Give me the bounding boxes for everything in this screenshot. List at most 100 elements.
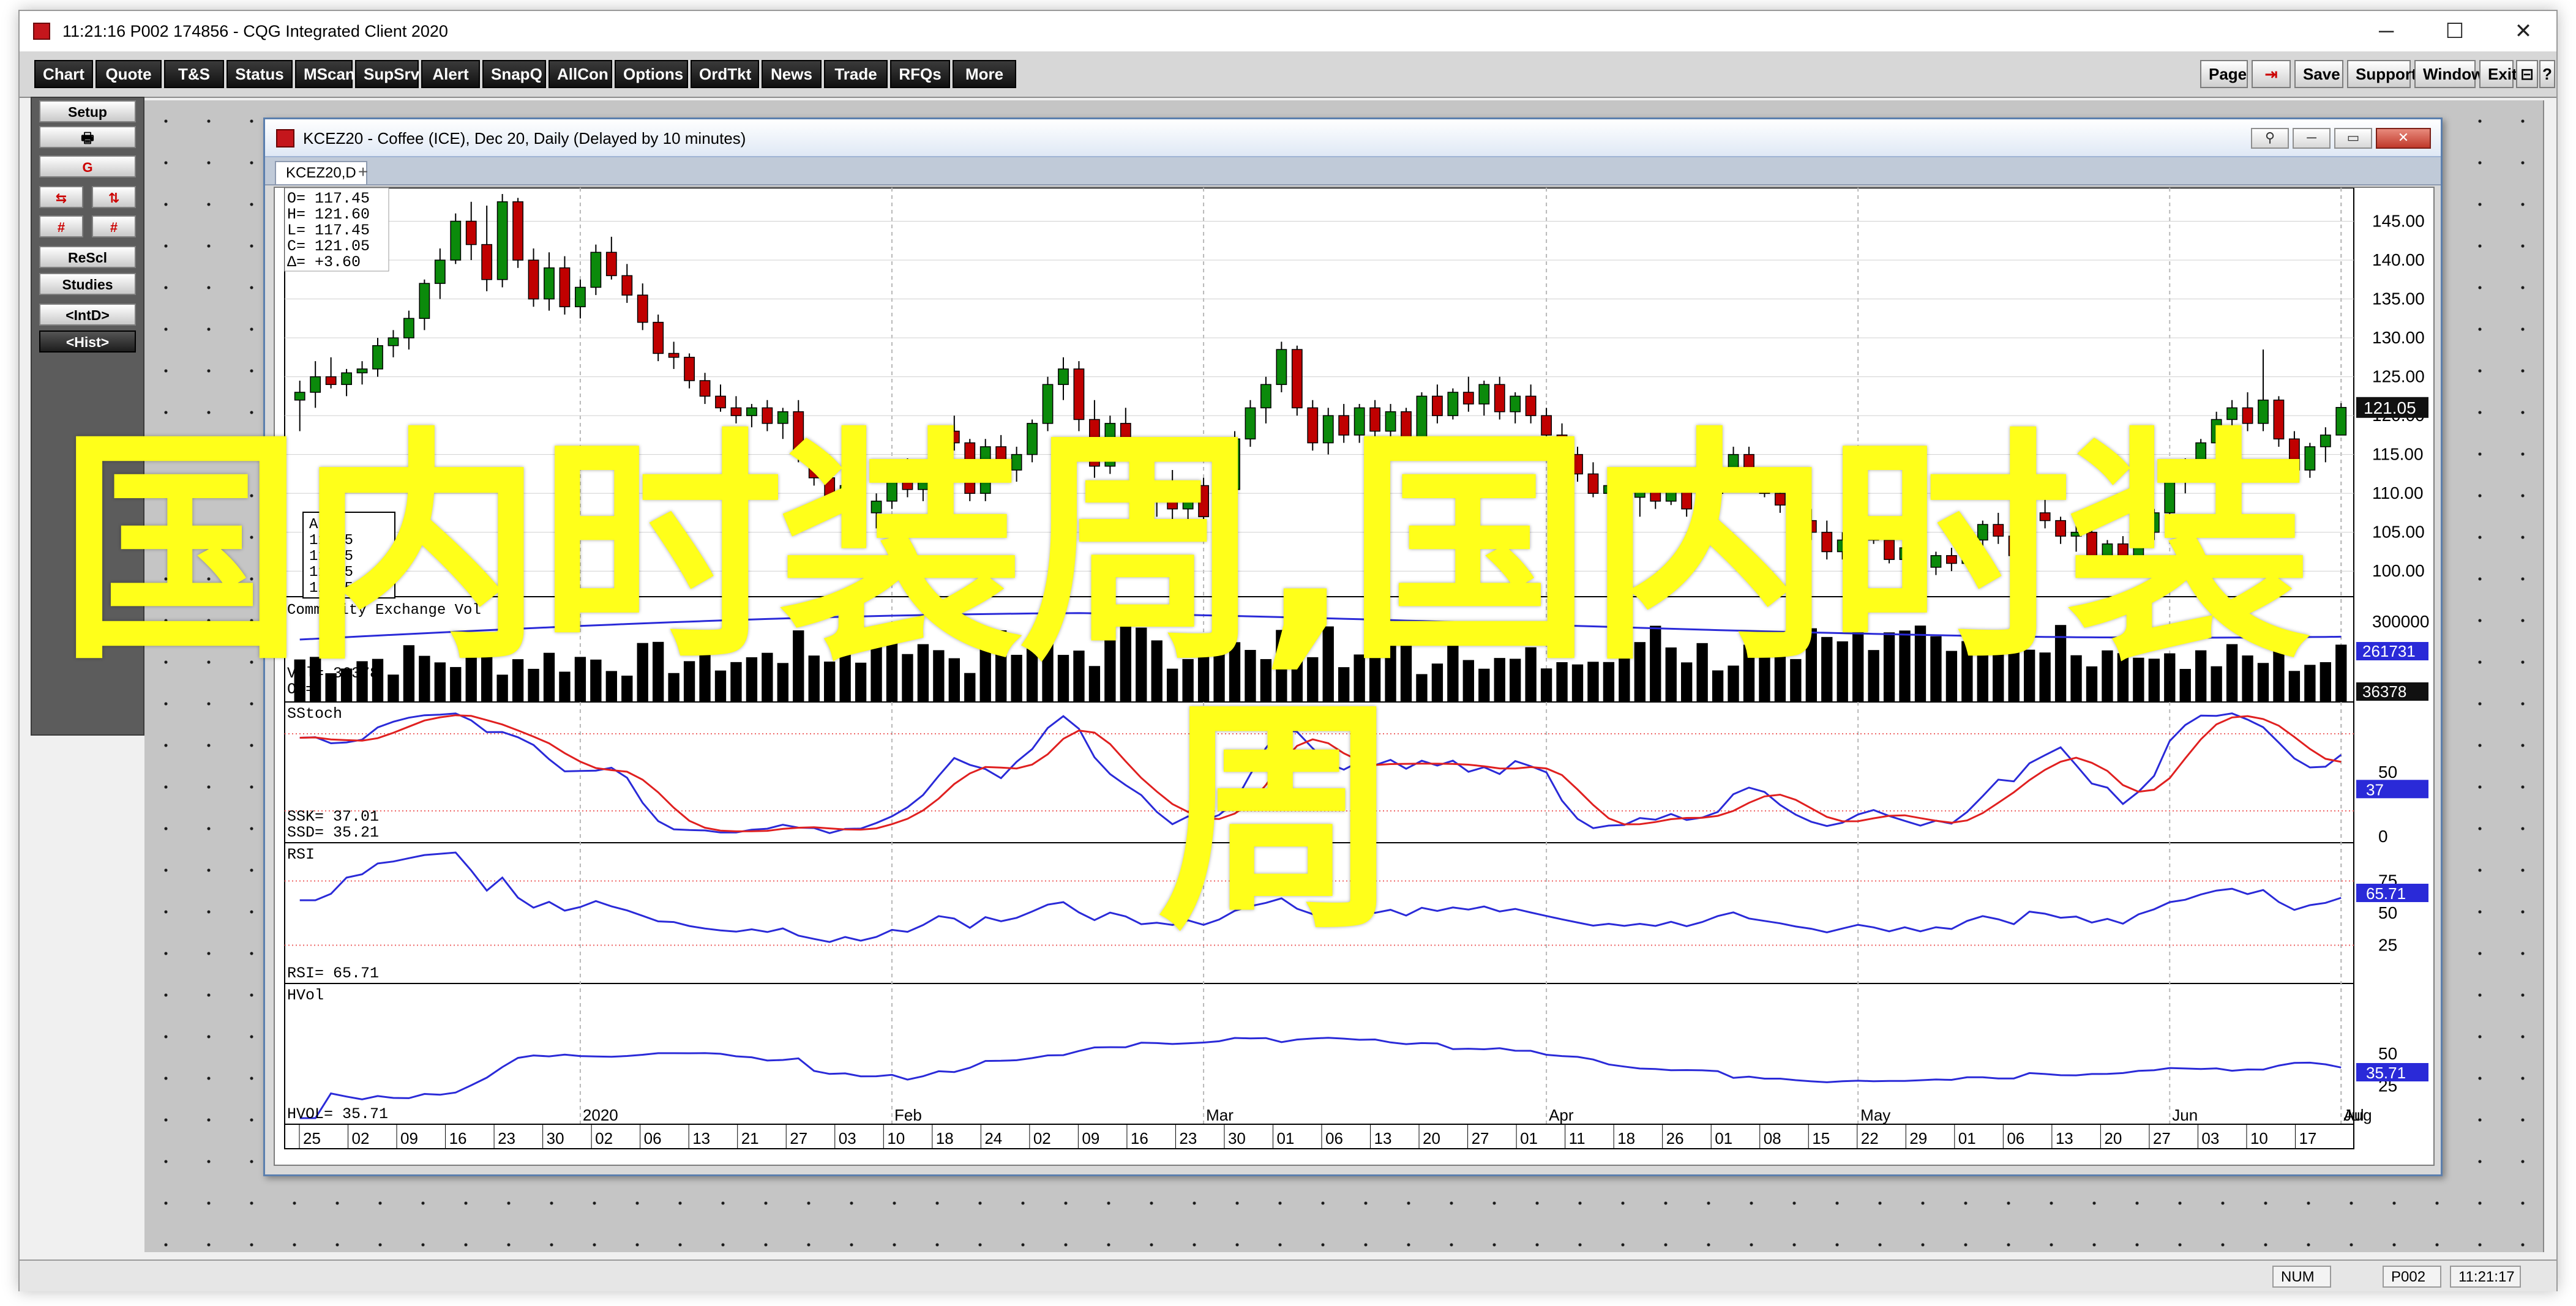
status-button[interactable]: Status xyxy=(227,60,293,88)
stoch-tick-label: 50 xyxy=(2378,763,2397,782)
candle-body xyxy=(528,259,539,300)
page-indicator: P002 xyxy=(2383,1266,2441,1288)
link-icon[interactable]: ⚲ xyxy=(2251,128,2289,149)
rfqs-button[interactable]: RFQs xyxy=(890,60,950,88)
swap-vertical-icon[interactable]: ⇅ xyxy=(92,186,136,208)
ohlc-row: C= 121.05 xyxy=(287,237,370,255)
date-tick-label: 13 xyxy=(692,1129,710,1147)
grid-alt-icon[interactable]: # xyxy=(92,215,136,237)
candle-body xyxy=(2320,435,2331,447)
candle-body xyxy=(310,376,321,393)
alert-button[interactable]: Alert xyxy=(421,60,480,88)
layout-icon[interactable]: ⊟ xyxy=(2516,60,2538,88)
page-arrow-button[interactable]: ⇥ xyxy=(2252,60,2291,88)
save-button[interactable]: Save xyxy=(2294,60,2343,88)
price-tick-label: 115.00 xyxy=(2372,445,2424,464)
help-button[interactable]: ? xyxy=(2539,60,2555,88)
chart-button[interactable]: Chart xyxy=(34,60,93,88)
candle-body xyxy=(1058,368,1069,386)
rsi-label: RSI xyxy=(287,846,315,864)
chart-minimize-button[interactable]: ─ xyxy=(2293,128,2331,149)
window-button[interactable]: Window xyxy=(2414,60,2484,88)
chart-tab-bar: KCEZ20,D + xyxy=(265,157,2441,185)
vol-value-label: 36378 xyxy=(2362,682,2406,701)
candle-body xyxy=(1478,384,1490,405)
snapq-button[interactable]: SnapQ xyxy=(482,60,546,88)
month-label: Apr xyxy=(1549,1106,1574,1124)
trade-button[interactable]: Trade xyxy=(824,60,888,88)
candle-body xyxy=(559,267,571,307)
date-tick-label: 01 xyxy=(1520,1129,1538,1147)
support-button[interactable]: Support xyxy=(2347,60,2417,88)
oi-value-label: 261731 xyxy=(2362,642,2416,660)
rescale-button[interactable]: ReScl xyxy=(39,246,136,268)
minimize-button[interactable]: ─ xyxy=(2352,11,2421,51)
allcon-button[interactable]: AllCon xyxy=(549,60,612,88)
candle-body xyxy=(575,286,586,307)
date-tick-label: 15 xyxy=(1812,1129,1830,1147)
more-button[interactable]: More xyxy=(953,60,1016,88)
date-tick-label: 26 xyxy=(1666,1129,1684,1147)
ordtkt-button[interactable]: OrdTkt xyxy=(691,60,759,88)
month-label: 2020 xyxy=(583,1106,618,1124)
stoch-tick-label: 0 xyxy=(2378,827,2388,846)
setup-button[interactable]: Setup xyxy=(39,100,136,122)
time-and-sales-button[interactable]: T&S xyxy=(164,60,224,88)
date-tick-label: 06 xyxy=(2007,1129,2024,1147)
candle-body xyxy=(1276,349,1287,386)
candle-body xyxy=(341,372,352,386)
date-tick-label: 01 xyxy=(1715,1129,1732,1147)
stoch-value-label: 37 xyxy=(2366,780,2384,799)
price-tick-label: 100.00 xyxy=(2372,561,2425,580)
candle-body xyxy=(605,252,617,277)
price-tick-label: 105.00 xyxy=(2372,523,2425,542)
date-tick-label: 16 xyxy=(1131,1129,1148,1147)
add-tab-button[interactable]: + xyxy=(351,162,375,183)
candle-body xyxy=(496,201,508,280)
swap-horizontal-icon[interactable]: ⇆ xyxy=(39,186,83,208)
chart-close-button[interactable]: ✕ xyxy=(2376,128,2431,149)
maximize-button[interactable]: ☐ xyxy=(2421,11,2489,51)
price-tick-label: 145.00 xyxy=(2372,211,2425,230)
candle-body xyxy=(699,380,711,397)
num-lock-indicator: NUM xyxy=(2272,1266,2331,1288)
exit-button[interactable]: Exit xyxy=(2479,60,2517,88)
intraday-button[interactable]: <IntD> xyxy=(39,304,136,326)
candle-body xyxy=(325,376,337,386)
date-tick-label: 13 xyxy=(1374,1129,1392,1147)
options-button[interactable]: Options xyxy=(615,60,688,88)
month-label: Mar xyxy=(1206,1106,1234,1124)
print-icon[interactable]: 🖶 xyxy=(39,126,136,148)
historical-button[interactable]: <Hist> xyxy=(39,330,136,353)
date-tick-label: 18 xyxy=(936,1129,954,1147)
date-tick-label: 27 xyxy=(2153,1129,2171,1147)
chart-window-title-bar: KCEZ20 - Coffee (ICE), Dec 20, Daily (De… xyxy=(265,119,2441,157)
date-tick-label: 30 xyxy=(1228,1129,1246,1147)
date-tick-label: 08 xyxy=(1764,1129,1781,1147)
price-tick-label: 140.00 xyxy=(2372,250,2425,269)
stoch-value-text: SSD= 35.21 xyxy=(287,824,379,841)
news-button[interactable]: News xyxy=(762,60,822,88)
chart-maximize-button[interactable]: ▭ xyxy=(2334,128,2372,149)
close-button[interactable]: ✕ xyxy=(2489,11,2558,51)
candle-body xyxy=(684,357,695,381)
date-tick-label: 27 xyxy=(790,1129,807,1147)
studies-button[interactable]: Studies xyxy=(39,273,136,295)
candle-body xyxy=(294,392,305,401)
grid-icon[interactable]: # xyxy=(39,215,83,237)
pane-frame-hvol xyxy=(284,983,2354,1125)
mscan-button[interactable]: MScan xyxy=(295,60,355,88)
month-label: Aug xyxy=(2343,1106,2372,1124)
main-toolbar: Chart Quote T&S Status MScan SupSrv Aler… xyxy=(20,51,2556,98)
rsi-tick-label: 50 xyxy=(2378,903,2397,922)
date-tick-label: 06 xyxy=(644,1129,662,1147)
candle-body xyxy=(590,252,602,288)
cqg-app-icon xyxy=(33,23,50,40)
date-tick-label: 25 xyxy=(303,1129,321,1147)
page-button[interactable]: Page xyxy=(2200,60,2248,88)
supsrv-button[interactable]: SupSrv xyxy=(355,60,419,88)
watermark-text-line2: 周 xyxy=(1157,677,1402,962)
candle-body xyxy=(1462,392,1474,405)
quote-button[interactable]: Quote xyxy=(95,60,162,88)
g-button[interactable]: G xyxy=(39,155,136,177)
